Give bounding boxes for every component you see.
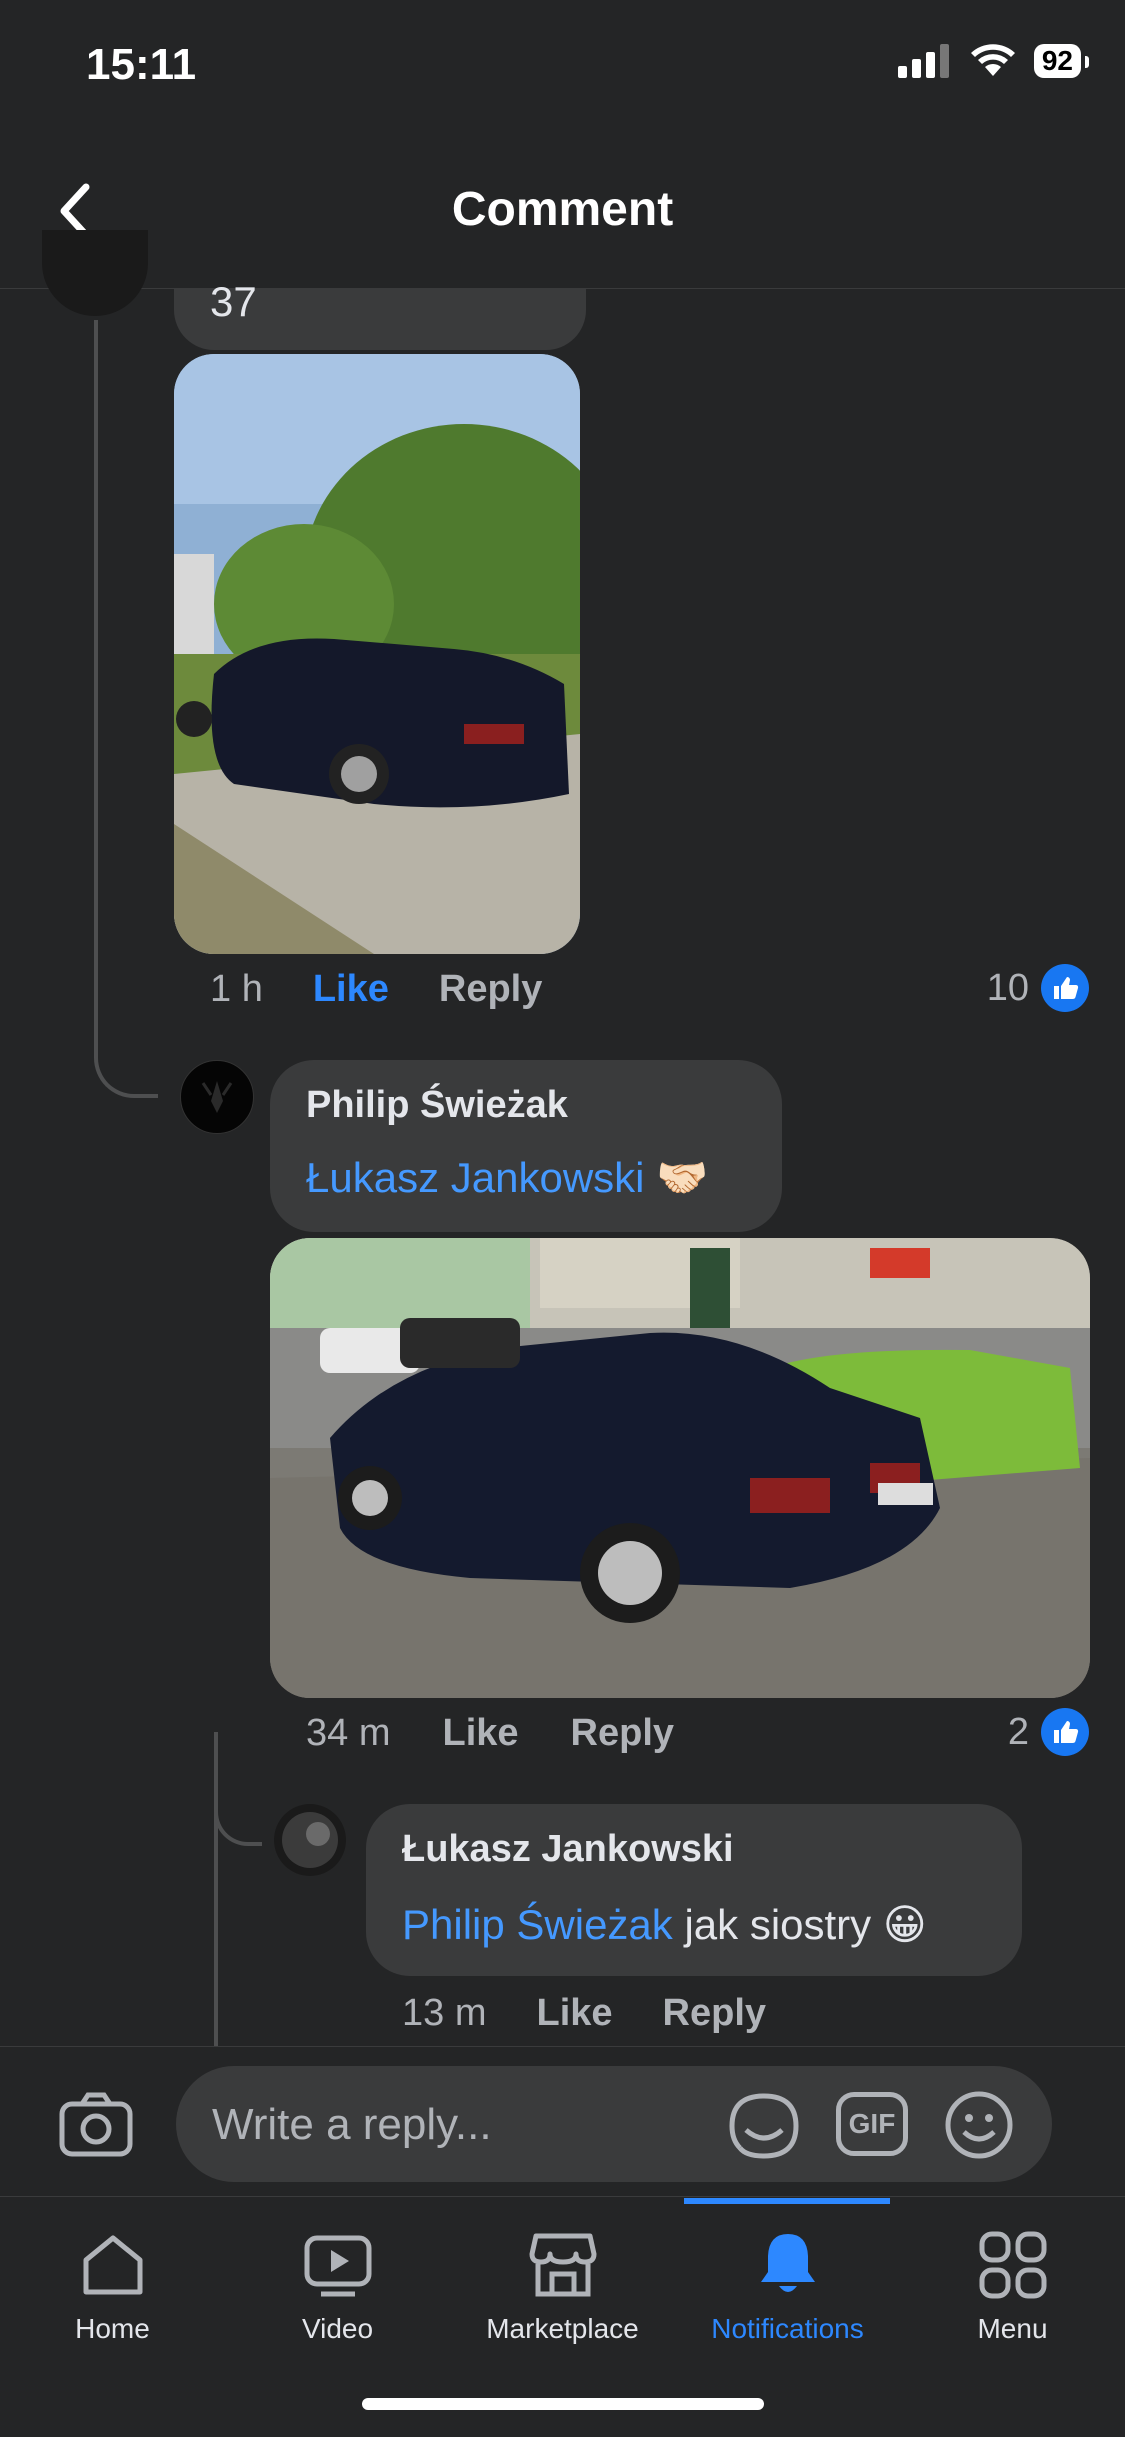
car-photo-image (270, 1238, 1090, 1698)
comment-time: 13 m (402, 1992, 487, 2034)
emoji-button[interactable] (944, 2090, 1014, 2165)
home-icon (83, 2235, 142, 2295)
status-icons: 92 (897, 44, 1090, 78)
comment-body: jak siostry (672, 1901, 883, 1948)
sticker-icon (729, 2093, 799, 2159)
marketplace-icon (529, 2233, 596, 2297)
comment-text: Łukasz Jankowski 🤝🏻 (306, 1154, 708, 1203)
tab-label: Notifications (711, 2313, 864, 2344)
tab-label: Marketplace (486, 2313, 639, 2344)
thumbs-up-icon (1041, 964, 1089, 1012)
tab-notifications[interactable]: Notifications (675, 2230, 900, 2345)
comment-actions: 1 h Like Reply (210, 968, 542, 1011)
reaction-count[interactable]: 10 (987, 964, 1089, 1012)
tab-video[interactable]: Video (225, 2230, 450, 2345)
reply-placeholder: Write a reply... (212, 2100, 492, 2149)
signal-icon (897, 44, 949, 78)
comment-author[interactable]: Philip Świeżak (306, 1084, 568, 1127)
reaction-count-value: 10 (986, 966, 1029, 1009)
comment-photo[interactable] (174, 354, 580, 954)
video-icon (304, 2235, 371, 2297)
tab-label: Video (301, 2313, 374, 2344)
like-button[interactable]: Like (442, 1712, 518, 1755)
like-button[interactable]: Like (536, 1992, 612, 2035)
reaction-count[interactable]: 2 (1008, 1708, 1089, 1756)
handshake-emoji: 🤝🏻 (656, 1154, 709, 1201)
avatar[interactable] (274, 1804, 346, 1876)
comment-text: 37 (210, 278, 257, 325)
mention-link[interactable]: Łukasz Jankowski (306, 1154, 644, 1201)
grinning-emoji: 😀 (882, 1901, 927, 1948)
wifi-icon (970, 44, 1015, 76)
tab-home[interactable]: Home (0, 2230, 225, 2345)
status-time: 15:11 (86, 40, 197, 89)
menu-grid-icon (979, 2231, 1046, 2299)
sticker-button[interactable] (726, 2090, 802, 2167)
reaction-count-value: 2 (1007, 1710, 1029, 1753)
thread-connector (94, 1010, 158, 1098)
thumbs-up-icon (1041, 1708, 1089, 1756)
like-button[interactable]: Like (313, 968, 389, 1011)
reply-button[interactable]: Reply (439, 968, 542, 1011)
bell-icon (760, 2234, 815, 2292)
comment-text: Philip Świeżak jak siostry 😀 (402, 1900, 927, 1949)
camera-icon (59, 2092, 133, 2157)
gif-button[interactable]: GIF (836, 2092, 908, 2156)
active-tab-indicator (684, 2198, 890, 2204)
camera-button[interactable] (58, 2090, 134, 2163)
page-title: Comment (451, 183, 674, 236)
tab-label: Menu (977, 2313, 1048, 2344)
avatar[interactable] (42, 230, 148, 316)
tab-label: Home (75, 2313, 150, 2344)
car-photo-image (174, 354, 580, 954)
thread-line (94, 320, 98, 1040)
thread-connector (214, 1780, 262, 1846)
reply-button[interactable]: Reply (663, 1992, 766, 2035)
smiley-icon (945, 2091, 1013, 2159)
tab-menu[interactable]: Menu (900, 2230, 1125, 2345)
gif-icon: GIF (848, 2108, 896, 2139)
comment-time: 34 m (306, 1712, 391, 1754)
comment-author[interactable]: Łukasz Jankowski (402, 1828, 734, 1871)
comment-time: 1 h (210, 968, 263, 1010)
reply-button[interactable]: Reply (571, 1712, 674, 1755)
home-indicator[interactable] (362, 2398, 764, 2410)
tab-marketplace[interactable]: Marketplace (450, 2230, 675, 2345)
mention-link[interactable]: Philip Świeżak (402, 1901, 673, 1948)
battery-indicator: 92 (1033, 44, 1090, 78)
comment-actions: 13 m Like Reply (402, 1992, 766, 2035)
comment-photo[interactable] (270, 1238, 1090, 1698)
comment-actions: 34 m Like Reply (306, 1712, 674, 1755)
avatar[interactable] (180, 1060, 254, 1134)
